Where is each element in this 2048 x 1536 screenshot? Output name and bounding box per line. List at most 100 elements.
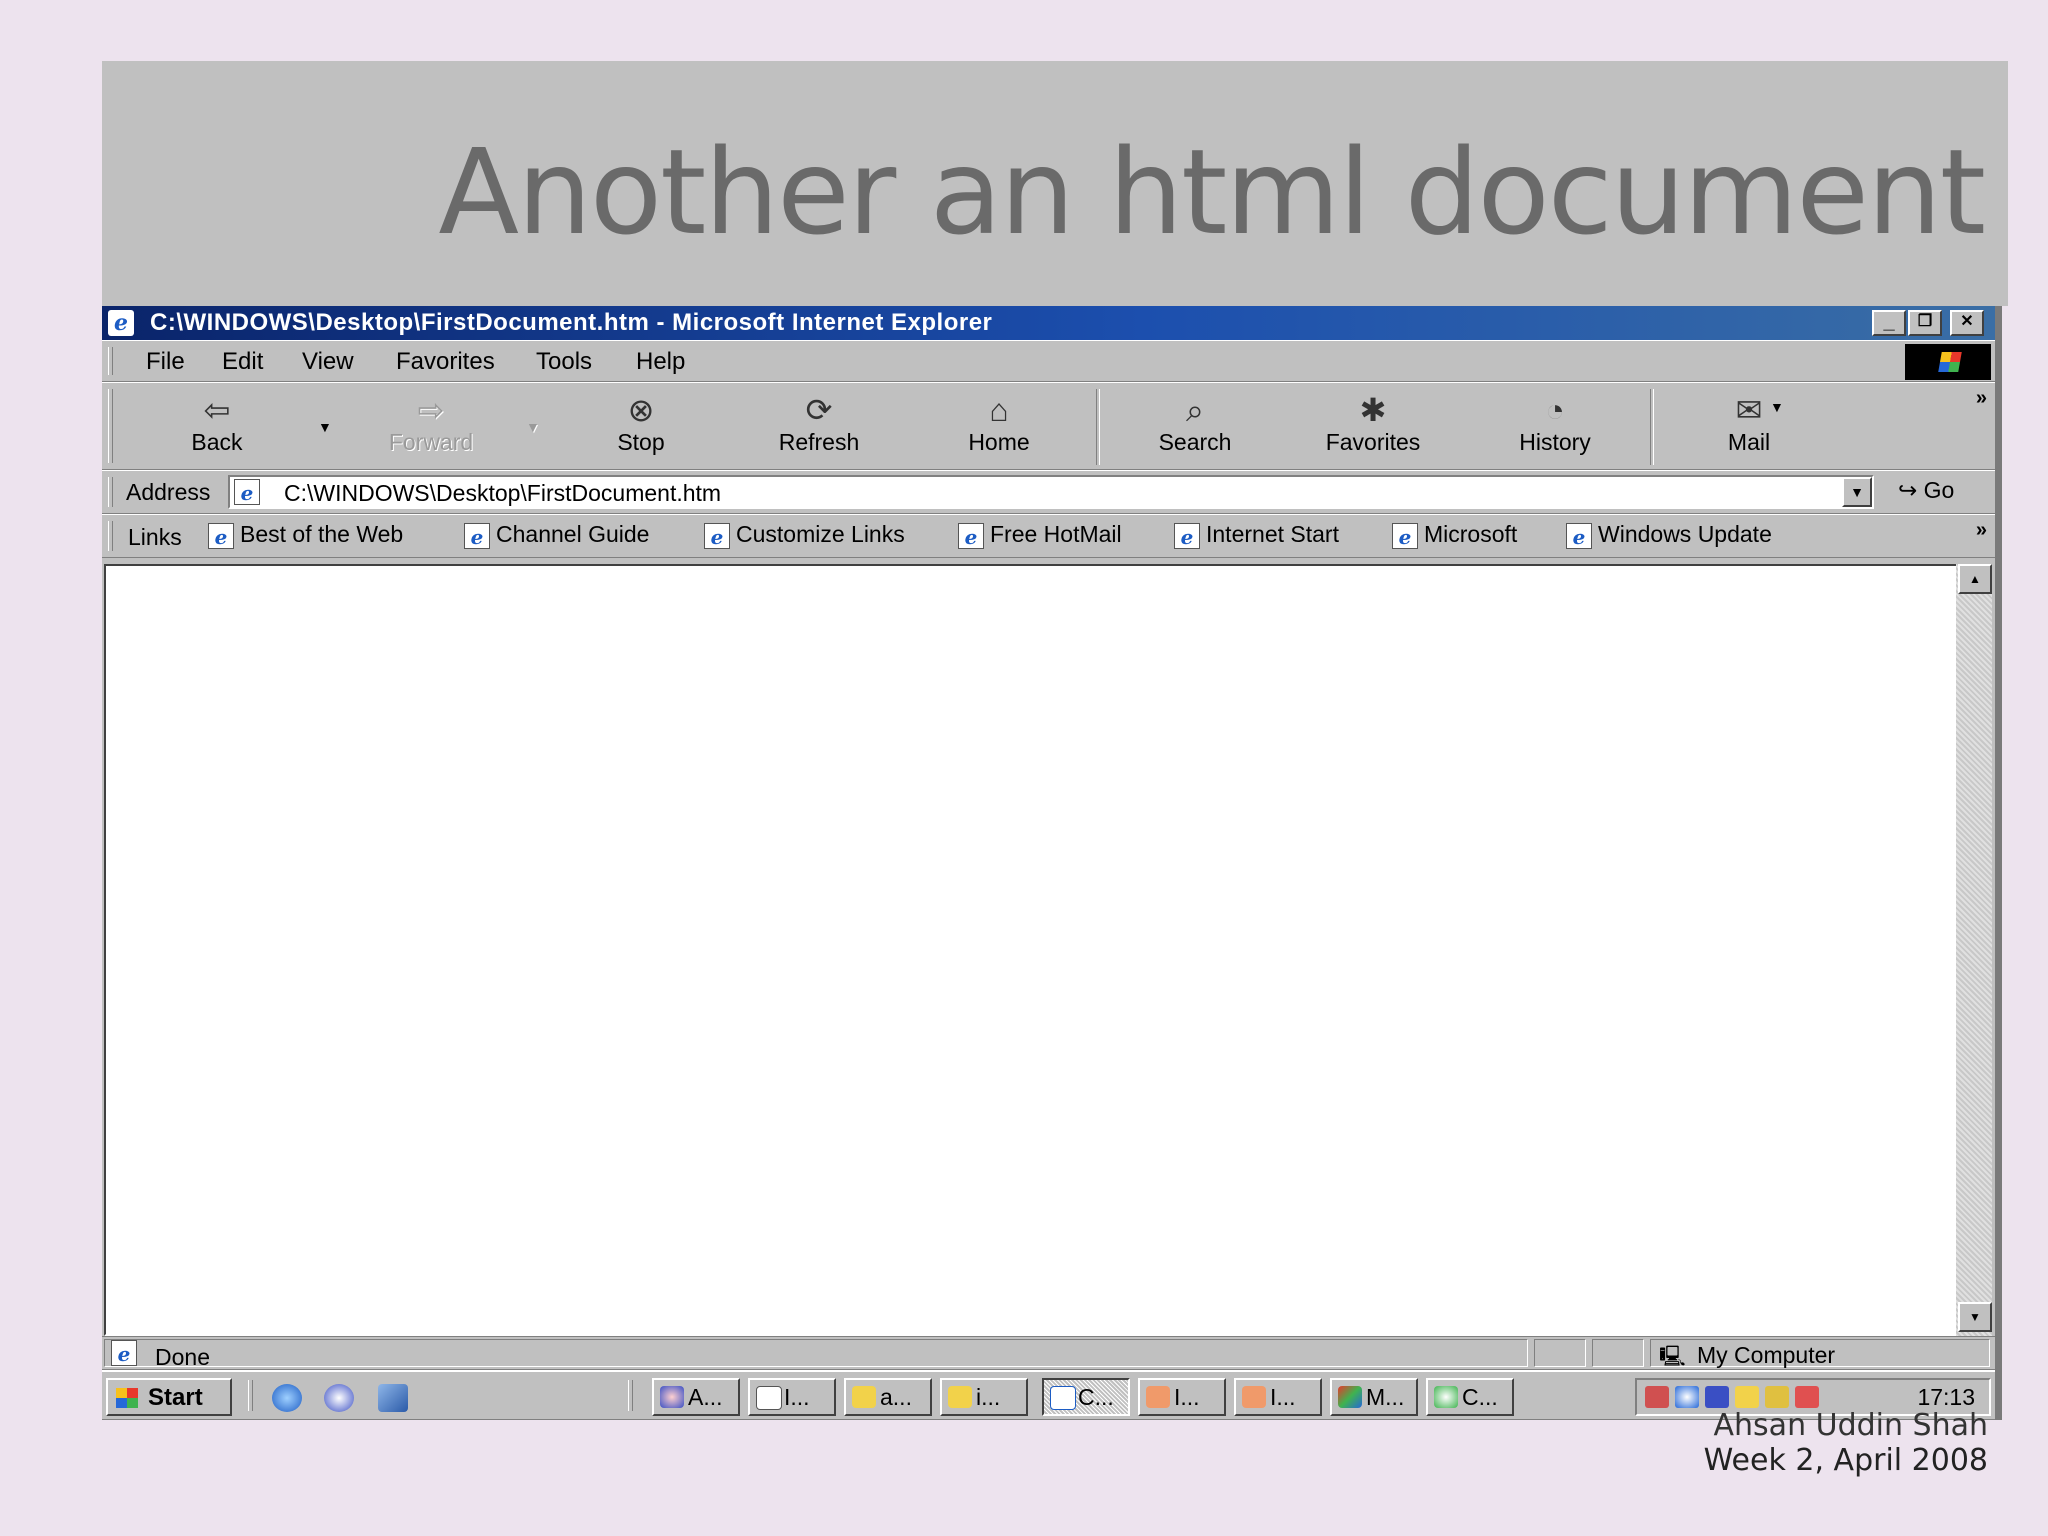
- task-button[interactable]: I...: [1138, 1378, 1226, 1416]
- start-button[interactable]: Start: [106, 1378, 232, 1416]
- address-grip[interactable]: [108, 477, 113, 507]
- link-customize-links[interactable]: e Customize Links: [704, 521, 905, 549]
- task-button[interactable]: a...: [844, 1378, 932, 1416]
- scheduler-icon[interactable]: [1645, 1386, 1669, 1408]
- menu-file[interactable]: File: [146, 348, 185, 376]
- home-label: Home: [968, 429, 1030, 455]
- mail-button[interactable]: ✉ Mail: [1674, 387, 1824, 456]
- scroll-up-button[interactable]: ▲: [1958, 564, 1992, 594]
- zone-text: My Computer: [1697, 1342, 1836, 1368]
- slide-title: Another an html document: [438, 123, 1986, 261]
- go-button[interactable]: ↪ Go: [1898, 477, 1954, 504]
- back-button[interactable]: ⇦ Back: [142, 387, 292, 456]
- close-button[interactable]: ✕: [1950, 310, 1984, 336]
- task-label: i...: [976, 1384, 1001, 1410]
- windows-taskbar: Start A... I... a... i... C... I... I...…: [102, 1370, 1995, 1420]
- mail-icon: ✉: [1735, 392, 1763, 428]
- go-arrow-icon: ↪: [1898, 477, 1924, 503]
- task-label: I...: [784, 1384, 810, 1410]
- address-value[interactable]: C:\WINDOWS\Desktop\FirstDocument.htm: [284, 480, 721, 507]
- page-icon: e: [111, 1340, 137, 1366]
- ie-quicklaunch-icon[interactable]: [272, 1384, 302, 1412]
- link-windows-update[interactable]: e Windows Update: [1566, 521, 1772, 549]
- scroll-down-button[interactable]: ▼: [1958, 1302, 1992, 1332]
- cd-player-icon: [1434, 1386, 1458, 1408]
- menu-bar: File Edit View Favorites Tools Help: [102, 340, 1995, 382]
- forward-dropdown-icon[interactable]: ▼: [526, 419, 540, 435]
- links-more-chevron-icon[interactable]: »: [1976, 519, 1987, 542]
- link-free-hotmail[interactable]: e Free HotMail: [958, 521, 1122, 549]
- link-best-of-web[interactable]: e Best of the Web: [208, 521, 403, 549]
- toolbar-grip[interactable]: [108, 389, 113, 463]
- task-button[interactable]: I...: [1234, 1378, 1322, 1416]
- address-label: Address: [126, 479, 211, 505]
- page-icon: e: [208, 522, 234, 549]
- taskbar-grip[interactable]: [628, 1380, 633, 1411]
- window-title: C:\WINDOWS\Desktop\FirstDocument.htm - M…: [150, 309, 993, 336]
- menu-grip[interactable]: [108, 347, 113, 375]
- antivirus-icon[interactable]: [1795, 1386, 1819, 1408]
- link-label: Windows Update: [1598, 521, 1772, 547]
- task-label: M...: [1366, 1384, 1405, 1410]
- status-text: Done: [155, 1344, 210, 1370]
- quicklaunch-grip[interactable]: [248, 1380, 253, 1411]
- mail-dropdown-icon[interactable]: ▼: [1770, 399, 1784, 415]
- favorites-folder-icon: ✱: [1359, 392, 1387, 428]
- show-desktop-icon[interactable]: [378, 1384, 408, 1412]
- restore-button[interactable]: ❐: [1908, 310, 1942, 336]
- title-bar[interactable]: e C:\WINDOWS\Desktop\FirstDocument.htm -…: [102, 306, 1995, 340]
- page-icon: e: [1174, 522, 1200, 549]
- menu-edit[interactable]: Edit: [222, 348, 263, 376]
- link-channel-guide[interactable]: e Channel Guide: [464, 521, 649, 549]
- back-dropdown-icon[interactable]: ▼: [318, 419, 332, 435]
- page-content-area[interactable]: [104, 564, 1958, 1336]
- home-button[interactable]: ⌂ Home: [924, 387, 1074, 456]
- page-icon: e: [704, 522, 730, 549]
- favorites-button[interactable]: ✱ Favorites: [1298, 387, 1448, 456]
- forward-button[interactable]: ⇨ Forward: [356, 387, 506, 456]
- search-button[interactable]: ⌕ Search: [1120, 387, 1270, 456]
- menu-view[interactable]: View: [302, 348, 354, 376]
- search-label: Search: [1158, 429, 1232, 455]
- refresh-icon: ⟳: [805, 392, 833, 428]
- links-grip[interactable]: [108, 521, 113, 551]
- monitor-icon[interactable]: [1705, 1386, 1729, 1408]
- toolbar-more-chevron-icon[interactable]: »: [1976, 387, 1987, 410]
- network-icon[interactable]: [1735, 1386, 1759, 1408]
- address-dropdown-button[interactable]: ▼: [1842, 477, 1872, 507]
- task-label: C...: [1078, 1384, 1114, 1410]
- task-button-active-ie[interactable]: C...: [1042, 1378, 1130, 1416]
- forward-label: Forward: [388, 429, 474, 455]
- windows-flag-icon: [116, 1388, 138, 1408]
- task-label: A...: [688, 1384, 723, 1410]
- refresh-button[interactable]: ⟳ Refresh: [744, 387, 894, 456]
- menu-tools[interactable]: Tools: [536, 348, 592, 376]
- address-input[interactable]: e C:\WINDOWS\Desktop\FirstDocument.htm ▼: [228, 475, 1874, 509]
- volume-icon[interactable]: [1765, 1386, 1789, 1408]
- link-label: Microsoft: [1424, 521, 1518, 547]
- task-button[interactable]: M...: [1330, 1378, 1418, 1416]
- history-button[interactable]: ◔ History: [1480, 387, 1630, 456]
- page-icon: e: [958, 522, 984, 549]
- vertical-scrollbar[interactable]: ▲ ▼: [1956, 564, 1992, 1336]
- menu-help[interactable]: Help: [636, 348, 685, 376]
- task-button[interactable]: C...: [1426, 1378, 1514, 1416]
- favorites-label: Favorites: [1325, 429, 1421, 455]
- folder-icon: [948, 1386, 972, 1408]
- status-zone-pane: 🖳 My Computer: [1650, 1339, 1990, 1368]
- stop-icon: ⊗: [627, 392, 655, 428]
- minimize-button[interactable]: _: [1872, 310, 1906, 336]
- stop-button[interactable]: ⊗ Stop: [566, 387, 716, 456]
- find-icon[interactable]: [1675, 1386, 1699, 1408]
- link-microsoft[interactable]: e Microsoft: [1392, 521, 1517, 549]
- tray-clock[interactable]: 17:13: [1917, 1384, 1975, 1411]
- task-button[interactable]: A...: [652, 1378, 740, 1416]
- link-label: Channel Guide: [496, 521, 650, 547]
- status-security-pane: [1592, 1339, 1644, 1367]
- link-internet-start[interactable]: e Internet Start: [1174, 521, 1339, 549]
- msn-icon: [1338, 1386, 1362, 1408]
- menu-favorites[interactable]: Favorites: [396, 348, 495, 376]
- outlook-quicklaunch-icon[interactable]: [324, 1384, 354, 1412]
- task-button[interactable]: I...: [748, 1378, 836, 1416]
- task-button[interactable]: i...: [940, 1378, 1028, 1416]
